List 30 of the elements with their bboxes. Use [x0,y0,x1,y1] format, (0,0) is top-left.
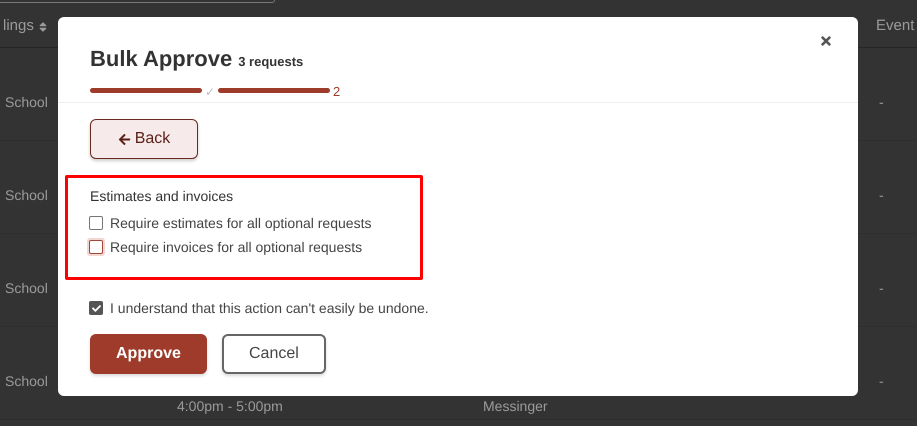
column-header[interactable]: Event [876,12,917,38]
table-cell: School [5,187,48,203]
arrow-left-icon [118,132,131,146]
table-cell: School [5,280,48,296]
step-marker: ✓ [205,84,215,101]
step-marker: 2 [333,83,340,101]
close-button[interactable] [818,33,834,49]
back-button[interactable]: Back [90,119,198,159]
checkbox-label[interactable]: Require invoices for all optional requests [110,236,362,258]
table-cell: - [879,187,884,203]
table-cell: School [5,94,48,110]
table-cell: School [5,373,48,389]
table-cell: Messinger [483,398,548,414]
search-field[interactable] [0,0,275,3]
table-cell: - [879,94,884,110]
table-cell: - [879,280,884,296]
checkbox[interactable] [89,216,103,230]
checkbox-label[interactable]: Require estimates for all optional requests [110,212,372,234]
table-cell: - [879,373,884,389]
checkbox-label[interactable]: I understand that this action can't easily be undone. [110,298,429,318]
table-cell: 4:00pm - 5:00pm [177,398,283,414]
column-header[interactable]: lings [3,15,34,38]
approve-button[interactable]: Approve [90,334,207,374]
sort-icon[interactable] [38,20,48,32]
cancel-button[interactable]: Cancel [222,334,326,374]
check-icon [92,304,100,312]
checkbox[interactable] [89,301,103,315]
dialog-title: Bulk Approve [90,45,232,73]
section-heading: Estimates and invoices [90,187,234,206]
dialog-subtitle: 3 requests [238,53,304,71]
